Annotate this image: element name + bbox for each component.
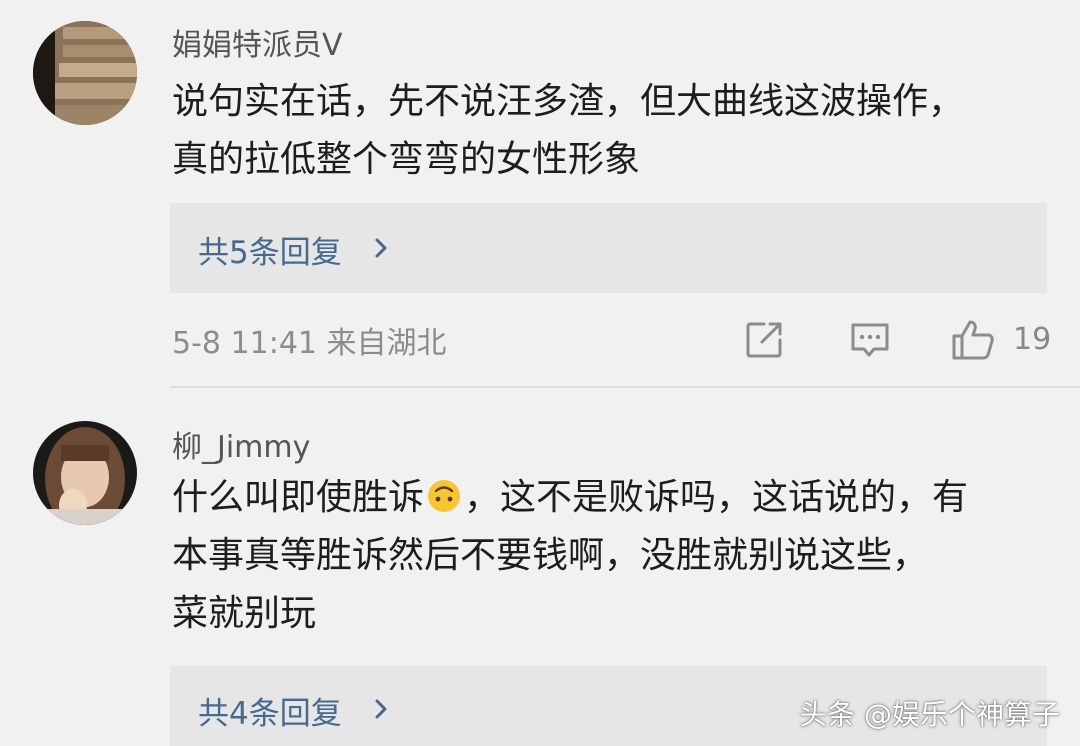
username[interactable]: 娟娟特派员V [172, 20, 343, 64]
comment-icon[interactable] [848, 318, 892, 366]
comment-item: 娟娟特派员V 说句实在话，先不说汪多渣，但大曲线这波操作， 真的拉低整个弯弯的女… [0, 0, 1080, 388]
chevron-right-icon [374, 237, 388, 263]
comment-text-line: 什么叫即使胜诉 ，这不是败诉吗，这话说的，有 [172, 469, 1052, 527]
comment-text-line: 本事真等胜诉然后不要钱啊，没胜就别说这些， [172, 535, 929, 576]
chevron-right-icon [374, 698, 388, 724]
comment-text-line: 菜就别玩 [172, 593, 317, 634]
comment-text-line: 真的拉低整个弯弯的女性形象 [172, 139, 641, 180]
watermark: 头条 @娱乐个神算子 [799, 698, 1060, 731]
share-icon[interactable] [742, 318, 786, 366]
avatar[interactable] [33, 421, 137, 525]
divider [170, 386, 1080, 388]
avatar[interactable] [33, 21, 137, 125]
replies-count-label: 共5条回复 [198, 235, 342, 271]
comment-meta: 5-8 11:41 来自湖北 [172, 326, 447, 361]
like-count: 19 [1013, 322, 1052, 357]
upside-down-face-icon [426, 474, 462, 512]
comment-text-segment: ，这不是败诉吗，这话说的，有 [464, 477, 969, 518]
username[interactable]: 柳_Jimmy [172, 422, 310, 466]
comment-feed: 娟娟特派员V 说句实在话，先不说汪多渣，但大曲线这波操作， 真的拉低整个弯弯的女… [0, 0, 1080, 746]
comment-text: 什么叫即使胜诉 ，这不是败诉吗，这话说的，有 本事真等胜诉然后不要钱啊，没胜就别… [172, 469, 1052, 643]
view-replies-button[interactable]: 共5条回复 [170, 203, 1047, 293]
comment-text: 说句实在话，先不说汪多渣，但大曲线这波操作， 真的拉低整个弯弯的女性形象 [172, 73, 1052, 189]
replies-count-label: 共4条回复 [198, 696, 342, 732]
comment-text-segment: 什么叫即使胜诉 [172, 477, 425, 518]
comment-text-line: 说句实在话，先不说汪多渣，但大曲线这波操作， [172, 81, 965, 122]
thumbs-up-icon[interactable] [948, 318, 996, 366]
